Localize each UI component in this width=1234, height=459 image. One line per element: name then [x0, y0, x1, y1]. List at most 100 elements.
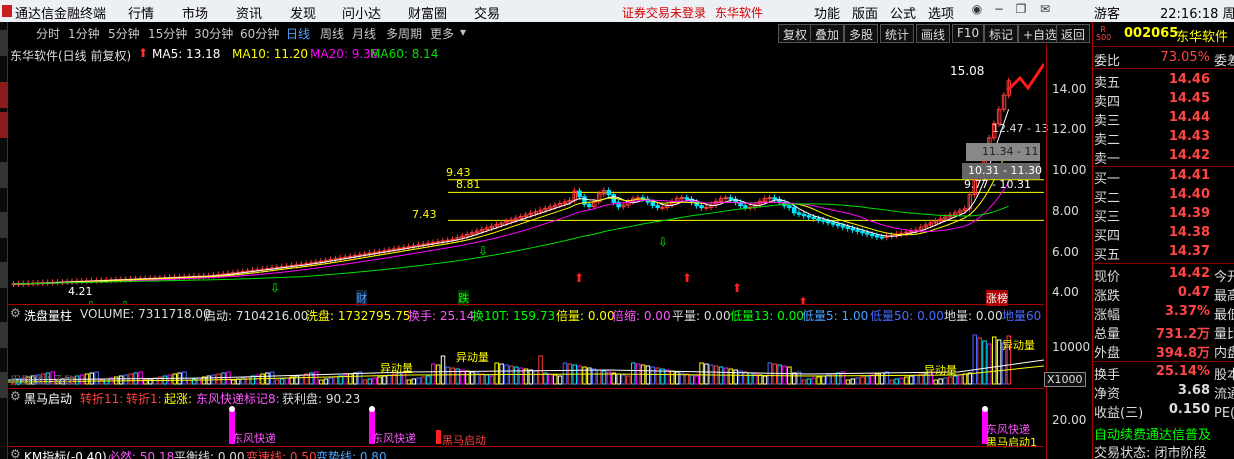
back-button[interactable]: 返回: [1056, 24, 1091, 43]
volume-bar: [704, 363, 709, 385]
gear-icon[interactable]: ⚙: [10, 306, 21, 320]
left-tab[interactable]: [0, 112, 8, 138]
menu-faxian[interactable]: 发现: [290, 3, 316, 22]
volume-bar: [650, 366, 656, 385]
skin-icon[interactable]: ◉: [968, 2, 986, 20]
mail-icon[interactable]: ✉: [1036, 2, 1054, 20]
restore-icon[interactable]: ❐: [1012, 2, 1030, 20]
period-30min[interactable]: 30分钟: [194, 25, 233, 42]
volume-bar: [699, 362, 704, 385]
ask-3-value[interactable]: 14.44: [1140, 110, 1210, 125]
user-label[interactable]: 游客: [1094, 3, 1120, 22]
menu-zixun[interactable]: 资讯: [236, 3, 262, 22]
period-60min[interactable]: 60分钟: [240, 25, 279, 42]
minimize-icon[interactable]: −: [990, 2, 1008, 20]
candle: [411, 245, 416, 248]
candle: [874, 235, 880, 238]
ma-line: [13, 182, 1010, 285]
left-tab[interactable]: [0, 262, 8, 288]
fuquan-button[interactable]: 复权: [778, 24, 813, 43]
stock-notice[interactable]: 东华软件: [715, 4, 763, 21]
menu-jiaoyi[interactable]: 交易: [474, 3, 500, 22]
menu-xuanxiang[interactable]: 选项: [928, 3, 954, 22]
volume-bar: [494, 362, 499, 385]
candle: [655, 205, 660, 209]
stat-2-value[interactable]: 3.37%: [1140, 304, 1210, 319]
chevron-down-icon[interactable]: ▾: [460, 25, 466, 39]
candle: [372, 251, 377, 254]
stat-4-value[interactable]: 394.8万: [1140, 342, 1210, 361]
ask-4-value[interactable]: 14.45: [1140, 91, 1210, 106]
menu-wenxiaoda[interactable]: 问小达: [342, 3, 381, 22]
menu-gongneng[interactable]: 功能: [814, 3, 840, 22]
candle: [699, 205, 704, 209]
bid-4-value[interactable]: 14.38: [1140, 225, 1210, 240]
left-tab[interactable]: [0, 322, 8, 348]
separator: [8, 388, 1044, 389]
stat2-2-value[interactable]: 0.150: [1140, 402, 1210, 417]
left-tab-strip: [0, 22, 8, 459]
volume-chart[interactable]: [8, 320, 1044, 388]
volume-bar: [411, 378, 416, 385]
volume-bar: [426, 375, 431, 385]
separator: [1092, 68, 1234, 69]
volume-bar: [377, 376, 382, 385]
ask-5-value[interactable]: 14.46: [1140, 72, 1210, 87]
bid-5-value[interactable]: 14.37: [1140, 244, 1210, 259]
volume-bar: [577, 365, 582, 385]
menu-hangqing[interactable]: 行情: [128, 3, 154, 22]
diejia-button[interactable]: 叠加: [810, 24, 845, 43]
stat-0-value[interactable]: 14.42: [1140, 266, 1210, 281]
volume-bar: [323, 378, 329, 385]
f10-button[interactable]: F10: [952, 24, 985, 43]
menu-gongshi[interactable]: 公式: [890, 3, 916, 22]
period-monthly[interactable]: 月线: [352, 25, 376, 42]
left-tab[interactable]: [0, 162, 8, 188]
left-tab[interactable]: [0, 372, 8, 398]
huaxian-button[interactable]: 画线: [916, 24, 951, 43]
candle: [860, 230, 865, 234]
candle: [357, 254, 363, 257]
bid-2-value[interactable]: 14.40: [1140, 187, 1210, 202]
period-weekly[interactable]: 周线: [320, 25, 344, 42]
volume-bar: [460, 369, 465, 385]
gear-icon[interactable]: ⚙: [10, 389, 21, 403]
menu-shichang[interactable]: 市场: [182, 3, 208, 22]
biaoji-button[interactable]: 标记: [984, 24, 1019, 43]
menu-banmian[interactable]: 版面: [852, 3, 878, 22]
candlestick-chart[interactable]: ⇩⇩⇩⇩⇩⬆⬆⬆⬆: [8, 60, 1044, 304]
bid-1-value[interactable]: 14.41: [1140, 168, 1210, 183]
period-15min[interactable]: 15分钟: [148, 25, 187, 42]
gear-icon[interactable]: ⚙: [10, 447, 21, 459]
period-daily[interactable]: 日线: [286, 25, 310, 42]
stat2-0-value[interactable]: 25.14%: [1140, 364, 1210, 379]
period-fenshi[interactable]: 分时: [36, 25, 60, 42]
volume-bar: [328, 377, 334, 385]
left-tab[interactable]: [0, 212, 8, 238]
ask-2-value[interactable]: 14.43: [1140, 129, 1210, 144]
y-tick: 10.00: [1052, 163, 1087, 177]
period-more[interactable]: 更多: [430, 25, 454, 42]
left-tab[interactable]: [0, 82, 8, 108]
volume-bar: [626, 375, 631, 385]
stat-1-value[interactable]: 0.47: [1140, 285, 1210, 300]
candle: [855, 229, 860, 232]
volume-bar: [362, 379, 368, 385]
bid-3-value[interactable]: 14.39: [1140, 206, 1210, 221]
login-notice[interactable]: 证券交易未登录: [622, 4, 706, 21]
duogu-button[interactable]: 多股: [844, 24, 879, 43]
stat-3-value[interactable]: 731.2万: [1140, 323, 1210, 342]
weibi-label: 委比: [1094, 54, 1121, 69]
period-5min[interactable]: 5分钟: [108, 25, 140, 42]
ask-1-value[interactable]: 14.42: [1140, 148, 1210, 163]
stat2-1-value[interactable]: 3.68: [1140, 383, 1210, 398]
candle: [826, 220, 831, 224]
tongji-button[interactable]: 统计: [880, 24, 915, 43]
menu-caifuquan[interactable]: 财富圈: [408, 3, 447, 22]
volume-bar: [231, 379, 236, 385]
promo-link[interactable]: 自动续费通达信普及: [1094, 424, 1211, 443]
left-tab[interactable]: [0, 30, 8, 56]
volume-bar: [909, 375, 914, 385]
period-multi[interactable]: 多周期: [386, 25, 422, 42]
period-1min[interactable]: 1分钟: [68, 25, 100, 42]
